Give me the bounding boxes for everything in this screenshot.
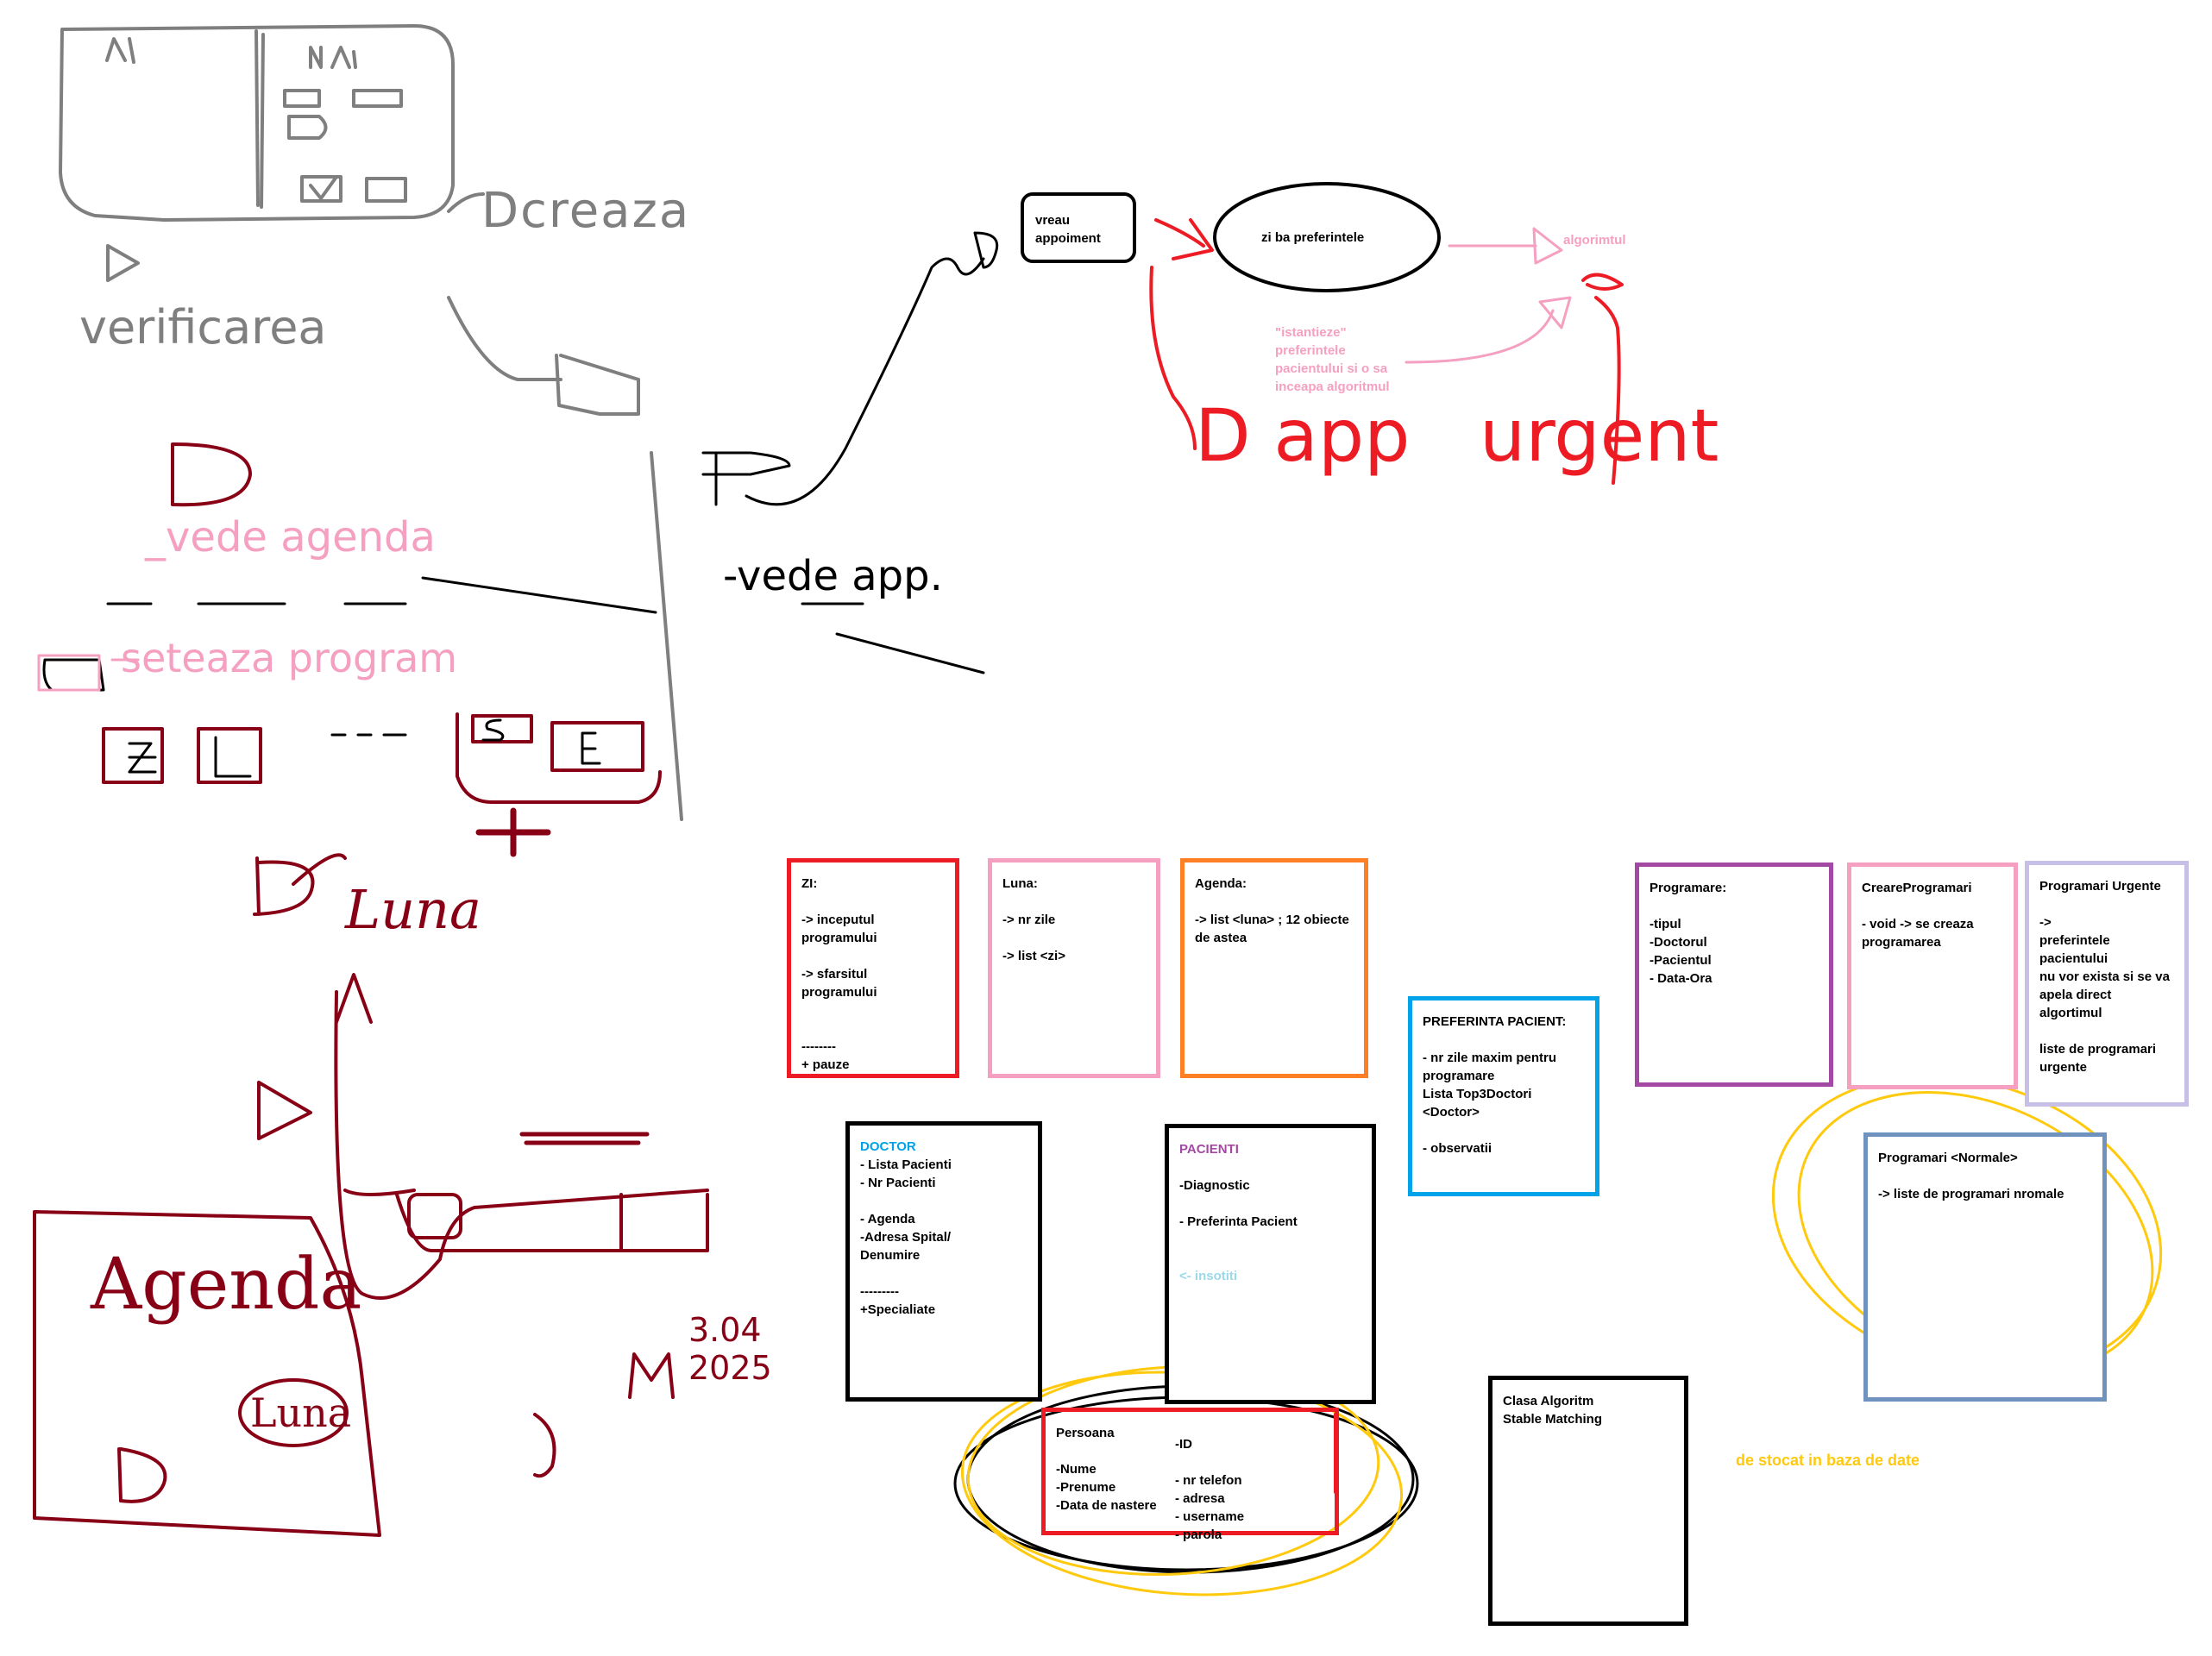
verificarea-handwriting: verificarea	[79, 300, 327, 354]
grey-arrow-down	[447, 296, 640, 416]
darkred-m-mark	[628, 1352, 675, 1399]
darkred-plus	[475, 807, 551, 857]
class-title-normale: Programari <Normale>	[1878, 1151, 2018, 1165]
grey-d-shape	[287, 115, 328, 140]
class-lines-zi: -> inceputul programului -> sfarsitul pr…	[801, 913, 877, 1072]
darkred-bracket-right	[533, 1413, 556, 1478]
class-lines-pacienti: -Diagnostic - Preferinta Pacient	[1179, 1178, 1298, 1229]
darkred-structure	[343, 1189, 709, 1252]
luna-handwriting: Luna	[345, 878, 481, 941]
grey-na-label	[309, 46, 357, 69]
darkred-d-letter	[171, 442, 252, 507]
black-underlines	[106, 576, 657, 614]
grey-small-box-2	[352, 89, 403, 108]
class-title-luna: Luna:	[1002, 876, 1038, 891]
class-title-agenda: Agenda:	[1195, 876, 1247, 891]
vede-agenda-handwriting: _vede agenda	[145, 513, 436, 561]
grey-panel-border	[650, 451, 683, 821]
black-s-mark	[481, 718, 505, 742]
class-box-luna: Luna: -> nr zile -> list <zi>	[988, 858, 1160, 1078]
darkred-box-z	[102, 727, 164, 784]
class-box-creare: CreareProgramari - void -> se creaza pro…	[1847, 862, 2018, 1089]
date-handwriting: 3.04 2025	[688, 1311, 772, 1387]
class-box-urgente: Programari Urgente -> preferintele pacie…	[2025, 861, 2189, 1107]
grey-check-mark	[309, 175, 338, 200]
persoana-right-fields: -ID - nr telefon - adresa - username - p…	[1175, 1437, 1245, 1542]
vede-app-handwriting: -vede app.	[723, 552, 943, 600]
class-box-algoritm: Clasa Algoritm Stable Matching	[1488, 1376, 1688, 1626]
grey-checkbox-2	[365, 177, 407, 203]
seteaza-program-handwriting: seteaza program	[121, 635, 458, 681]
class-title-algoritm: Clasa Algoritm Stable Matching	[1503, 1394, 1603, 1427]
darkred-box-l	[197, 727, 262, 784]
class-title-zi: ZI:	[801, 876, 818, 891]
grey-arrow-creeaza	[447, 192, 485, 213]
preferences-label: zi ba preferintele	[1261, 230, 1365, 245]
darkred-sketch-group	[33, 442, 709, 1537]
grey-letter-a	[105, 37, 135, 64]
darkred-small-rect	[407, 1193, 462, 1239]
grey-divider	[255, 29, 265, 209]
black-seteaza-box	[42, 658, 105, 692]
class-title-urgente: Programari Urgente	[2039, 879, 2161, 894]
class-lines-urgente: -> preferintele pacientului nu vor exist…	[2039, 915, 2170, 1075]
class-box-agenda: Agenda: -> list <luna> ; 12 obiecte de a…	[1180, 858, 1368, 1078]
class-box-pacienti: PACIENTI -Diagnostic - Preferinta Pacien…	[1165, 1124, 1376, 1404]
grey-small-box-1	[283, 89, 321, 108]
red-arrow-to-preferences	[1154, 218, 1214, 260]
whiteboard-canvas: Dcreaza verificarea _vede agenda seteaza…	[0, 0, 2212, 1656]
darkred-i-mark	[257, 1081, 312, 1140]
urgent-handwriting: urgent	[1480, 393, 1719, 478]
class-lines-preferinta: - nr zile maxim pentru programare Lista …	[1423, 1051, 1557, 1156]
pink-note-arrow	[1404, 296, 1572, 364]
pink-arrow-to-algorithm	[1448, 227, 1563, 265]
class-box-normale: Programari <Normale> -> liste de program…	[1863, 1132, 2107, 1402]
class-lines-programare: -tipul -Doctorul -Pacientul - Data-Ora	[1650, 917, 1712, 986]
darkred-d-bottom	[117, 1447, 167, 1503]
algorithm-label: algorimtul	[1563, 233, 1626, 248]
luna-oval-handwriting: Luna	[250, 1389, 352, 1436]
black-z-mark	[128, 742, 157, 774]
grey-d-marker	[106, 244, 140, 282]
appointment-label: vreau appoiment	[1035, 213, 1101, 246]
black-l-mark	[214, 736, 252, 778]
darkred-d-luna	[253, 856, 315, 916]
class-title-programare: Programare:	[1650, 881, 1727, 895]
class-lines-luna: -> nr zile -> list <zi>	[1002, 913, 1065, 963]
class-box-doctor: DOCTOR - Lista Pacienti - Nr Pacienti - …	[845, 1121, 1042, 1402]
d-app-handwriting: D app	[1195, 393, 1411, 478]
class-title-pacienti: PACIENTI	[1179, 1142, 1239, 1157]
red-line-down-left	[1149, 266, 1197, 450]
class-note-pacienti: <- insotiti	[1179, 1269, 1238, 1283]
database-note: de stocat in baza de date	[1736, 1452, 1920, 1469]
agenda-handwriting: Agenda	[91, 1244, 362, 1326]
class-lines-agenda: -> list <luna> ; 12 obiecte de astea	[1195, 913, 1349, 945]
darkred-a-mark	[335, 973, 373, 1024]
grey-sketch-group	[59, 24, 683, 821]
class-lines-doctor: - Lista Pacienti - Nr Pacienti - Agenda …	[860, 1157, 952, 1317]
class-lines-creare: - void -> se creaza programarea	[1862, 917, 1974, 950]
creeaza-handwriting: Dcreaza	[481, 183, 691, 239]
instantiate-note: "istantieze" preferintele pacientului si…	[1275, 325, 1390, 394]
darkred-underline-1	[519, 1132, 650, 1145]
class-title-preferinta: PREFERINTA PACIENT:	[1423, 1014, 1567, 1029]
class-box-programare: Programare: -tipul -Doctorul -Pacientul …	[1635, 862, 1833, 1087]
class-box-zi: ZI: -> inceputul programului -> sfarsitu…	[787, 858, 959, 1078]
black-app-underlines	[801, 602, 985, 674]
class-lines-normale: -> liste de programari nromale	[1878, 1187, 2064, 1201]
black-d-arrow	[973, 231, 999, 269]
class-title-doctor: DOCTOR	[860, 1139, 916, 1154]
black-e-mark	[581, 731, 601, 765]
class-box-preferinta: PREFERINTA PACIENT: - nr zile maxim pent…	[1408, 996, 1599, 1196]
class-title-creare: CreareProgramari	[1862, 881, 1972, 895]
